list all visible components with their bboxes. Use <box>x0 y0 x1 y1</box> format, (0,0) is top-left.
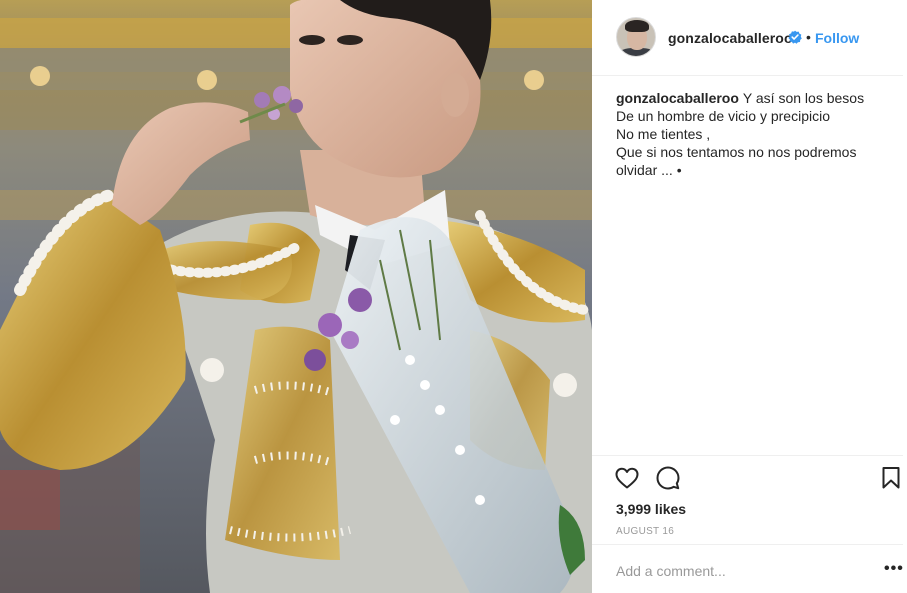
photo-illustration <box>0 0 592 593</box>
caption-line: gonzalocaballeroo Y así son los besos <box>616 89 886 107</box>
post-header: gonzalocaballeroo • Follow <box>592 0 903 76</box>
header-username-link[interactable]: gonzalocaballeroo <box>668 30 793 46</box>
bookmark-icon[interactable] <box>878 465 904 491</box>
verified-icon <box>788 30 802 44</box>
more-options-icon[interactable]: ••• <box>884 560 904 578</box>
post-side-panel: gonzalocaballeroo • Follow gonzalocaball… <box>592 0 907 593</box>
caption-username-link[interactable]: gonzalocaballeroo <box>616 90 739 106</box>
like-count[interactable]: 3,999 likes <box>616 501 686 517</box>
heart-icon[interactable] <box>614 465 640 491</box>
comment-bar: ••• <box>592 544 903 593</box>
caption-line: No me tientes , <box>616 126 711 142</box>
avatar-hair-shape <box>625 20 649 32</box>
header-separator: • <box>806 29 811 45</box>
avatar[interactable] <box>616 17 656 57</box>
caption-line: olvidar ... • <box>616 162 682 178</box>
comment-input[interactable] <box>616 561 856 581</box>
post-date[interactable]: AUGUST 16 <box>616 526 674 537</box>
comment-icon[interactable] <box>655 465 681 491</box>
follow-button[interactable]: Follow <box>815 30 859 46</box>
post-caption: gonzalocaballeroo Y así son los besos De … <box>616 89 886 179</box>
caption-text: Y así son los besos <box>742 90 865 106</box>
post-actions-section: 3,999 likes AUGUST 16 ••• <box>592 455 903 593</box>
caption-line: Que si nos tentamos no nos podremos <box>616 144 857 160</box>
post-photo[interactable] <box>0 0 592 593</box>
caption-line: De un hombre de vicio y precipicio <box>616 108 830 124</box>
